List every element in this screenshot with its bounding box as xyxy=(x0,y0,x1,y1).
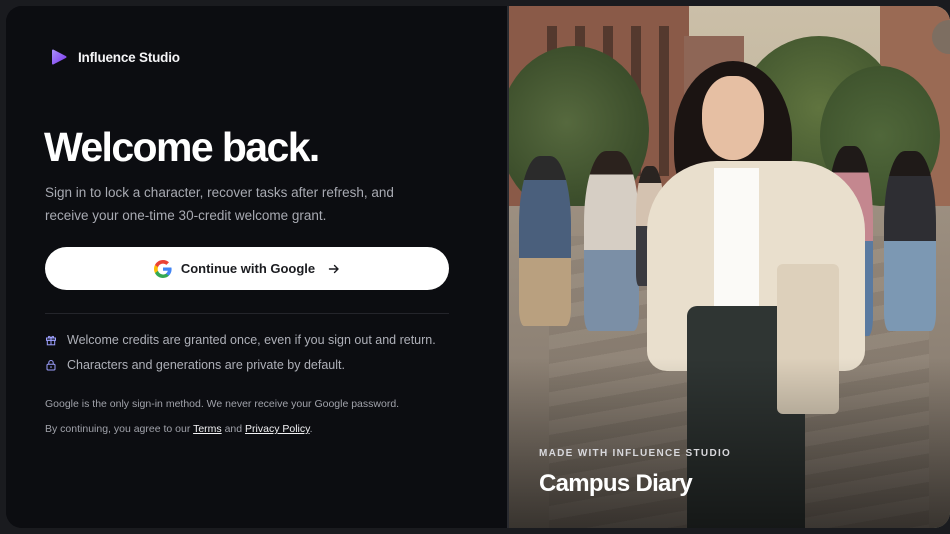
gift-icon xyxy=(46,335,56,346)
play-triangle-logo-icon xyxy=(52,49,67,65)
terms-note: By continuing, you agree to our Terms an… xyxy=(45,423,313,435)
signin-panel: Influence Studio Welcome back. Sign in t… xyxy=(6,6,507,528)
auth-window: Influence Studio Welcome back. Sign in t… xyxy=(6,6,950,528)
continue-with-google-button[interactable]: Continue with Google xyxy=(45,247,449,290)
feature-private-default: Characters and generations are private b… xyxy=(45,358,345,372)
showcase-title: Campus Diary xyxy=(539,470,693,497)
page-title: Welcome back. xyxy=(44,124,320,170)
terms-link[interactable]: Terms xyxy=(193,423,222,435)
brand-name: Influence Studio xyxy=(78,49,180,65)
google-only-note: Google is the only sign-in method. We ne… xyxy=(45,398,400,410)
divider xyxy=(45,313,449,314)
privacy-policy-link[interactable]: Privacy Policy xyxy=(245,423,310,435)
feature-welcome-credits: Welcome credits are granted once, even i… xyxy=(45,333,436,347)
showcase-panel: MADE WITH INFLUENCE STUDIO Campus Diary xyxy=(509,6,950,528)
lock-icon xyxy=(46,360,56,371)
arrow-right-icon xyxy=(328,264,339,273)
page-subtitle: Sign in to lock a character, recover tas… xyxy=(45,185,394,223)
google-button-label: Continue with Google xyxy=(180,261,316,276)
google-icon xyxy=(153,259,172,278)
feature-text: Welcome credits are granted once, even i… xyxy=(67,333,436,347)
showcase-eyebrow: MADE WITH INFLUENCE STUDIO xyxy=(539,448,732,459)
feature-text: Characters and generations are private b… xyxy=(67,358,345,372)
brand[interactable]: Influence Studio xyxy=(50,48,180,66)
